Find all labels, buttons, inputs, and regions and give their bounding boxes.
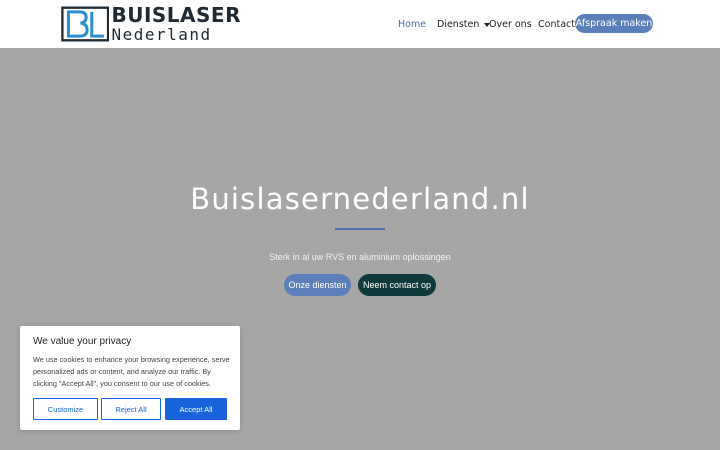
nav-diensten-label: Diensten <box>437 18 480 30</box>
hero-title: Buislasernederland.nl <box>190 182 530 216</box>
logo-wordmark-top: BUISLASER <box>111 3 241 27</box>
site-header: BUISLASER Nederland Home Diensten Over o… <box>0 0 720 48</box>
nav-over-ons[interactable]: Over ons <box>489 0 532 48</box>
nav-contact[interactable]: Contact <box>538 0 575 48</box>
cookie-title: We value your privacy <box>33 336 132 347</box>
cookie-description: We use cookies to enhance your browsing … <box>33 355 230 388</box>
afspraak-maken-button[interactable]: Afspraak maken <box>575 14 653 33</box>
cookie-accept-all-button[interactable]: Accept All <box>165 398 227 420</box>
logo-wordmark-bottom: Nederland <box>111 25 212 44</box>
cookie-customize-button[interactable]: Customize <box>33 398 98 420</box>
cookie-consent-banner: We value your privacy We use cookies to … <box>20 326 240 430</box>
cookie-reject-all-button[interactable]: Reject All <box>101 398 161 420</box>
logo-mark-icon <box>61 6 110 42</box>
nav-diensten[interactable]: Diensten <box>437 0 491 48</box>
nav-contact-label: Contact <box>538 18 575 30</box>
hero-subtitle: Sterk in al uw RVS en aluminium oplossin… <box>269 252 451 262</box>
neem-contact-op-button[interactable]: Neem contact op <box>358 274 436 296</box>
hero-divider <box>335 228 385 230</box>
onze-diensten-button[interactable]: Onze diensten <box>284 274 351 296</box>
nav-home[interactable]: Home <box>398 0 426 48</box>
nav-over-ons-label: Over ons <box>489 18 532 30</box>
nav-home-label: Home <box>398 18 427 30</box>
site-logo[interactable]: BUISLASER Nederland <box>61 5 241 43</box>
